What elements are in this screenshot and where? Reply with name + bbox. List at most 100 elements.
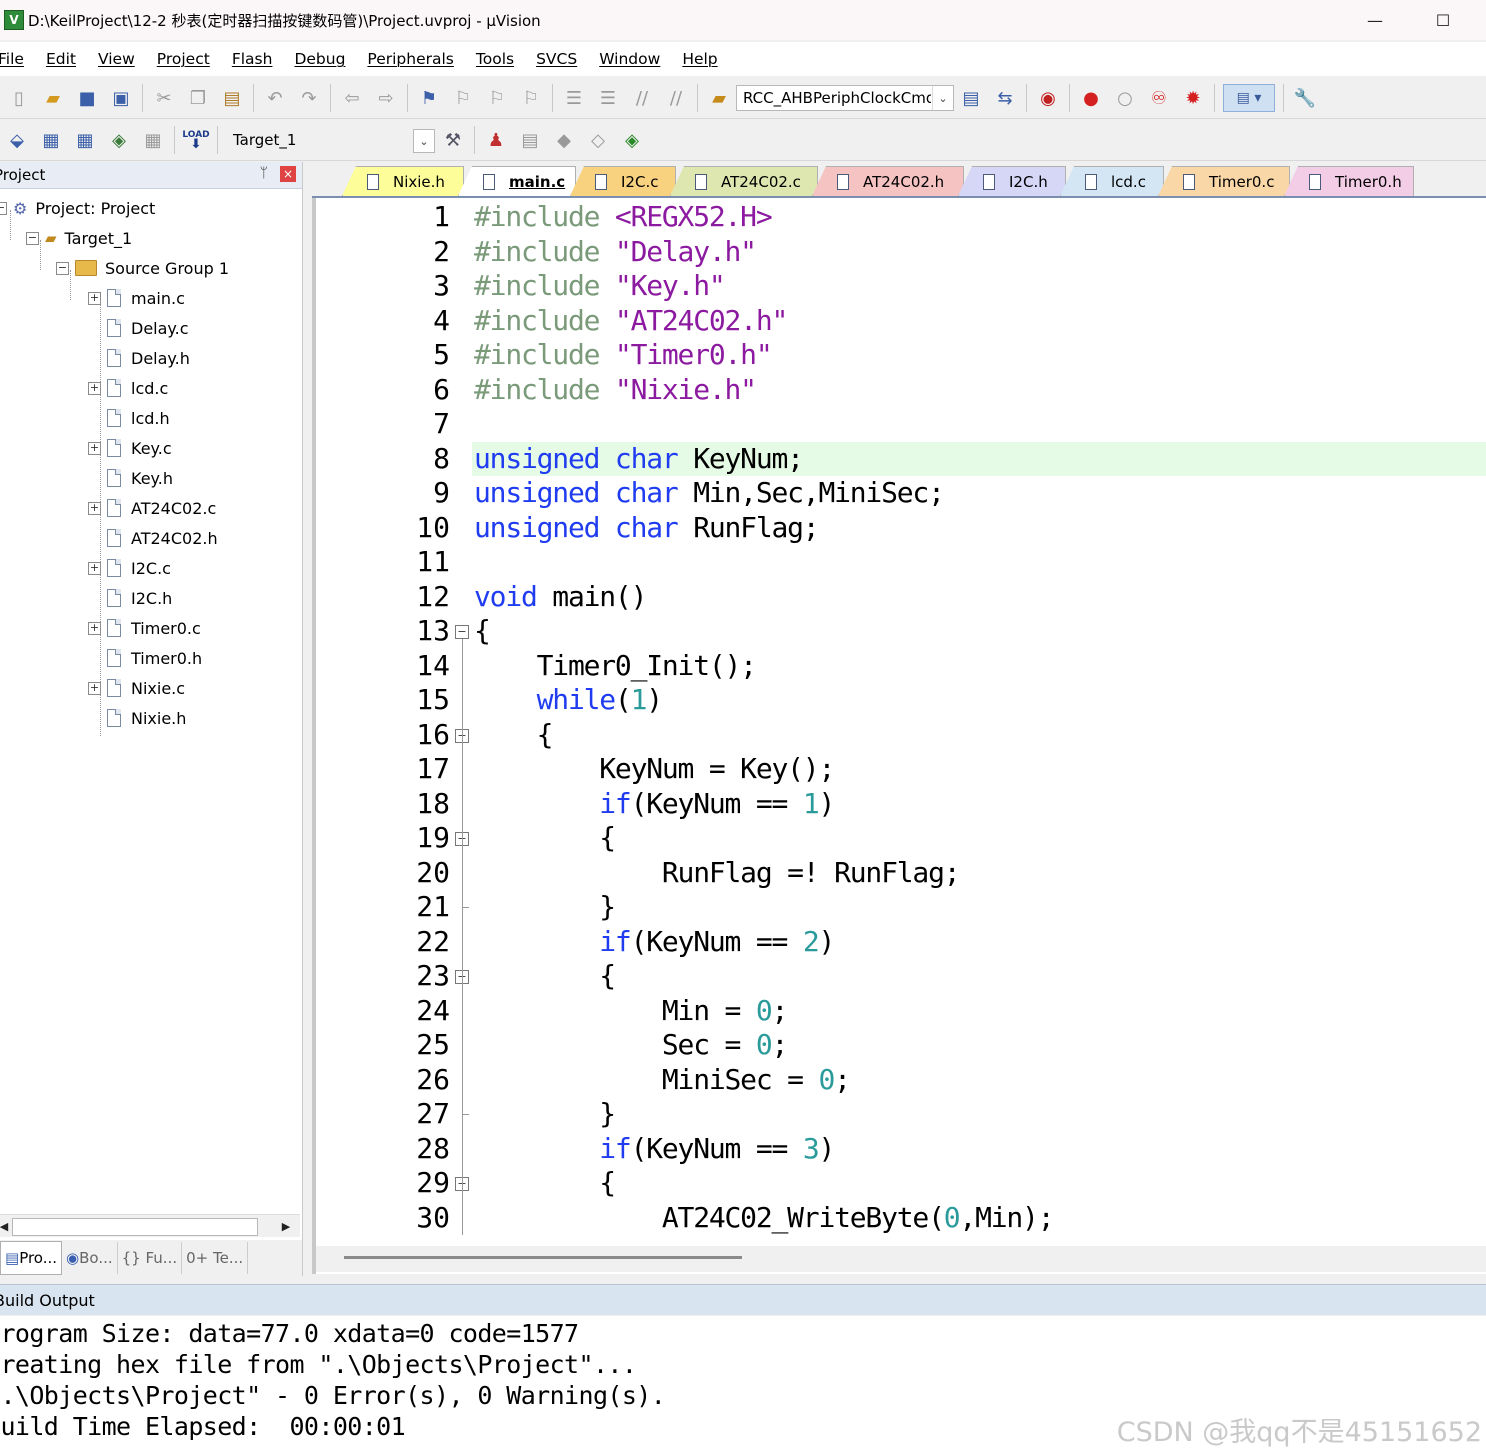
comment-icon[interactable]: // bbox=[629, 85, 655, 111]
incremental-find-icon[interactable]: ⇆ bbox=[992, 85, 1018, 111]
new-file-icon[interactable]: ▯ bbox=[6, 85, 32, 111]
rebuild-icon[interactable]: ▦ bbox=[72, 127, 98, 153]
find-icon[interactable]: ▤ bbox=[958, 85, 984, 111]
tree-item-target[interactable]: − ▰ Target_1 bbox=[26, 224, 132, 252]
file-tab[interactable]: Timer0.c bbox=[1158, 166, 1290, 196]
code-line[interactable]: { bbox=[474, 614, 491, 649]
tree-item-file[interactable]: Timer0.h bbox=[88, 644, 202, 672]
select-packs-icon[interactable]: ◆ bbox=[551, 127, 577, 153]
menu-svcs[interactable]: SVCS bbox=[525, 50, 588, 68]
bookmark-clear-icon[interactable]: ⚐ bbox=[518, 85, 544, 111]
pin-icon[interactable]: ᛘ bbox=[260, 165, 268, 181]
editor-horizontal-scrollbar[interactable] bbox=[316, 1246, 1486, 1272]
code-line[interactable]: Timer0_Init(); bbox=[474, 649, 757, 684]
translate-icon[interactable]: ⬙ bbox=[4, 127, 30, 153]
code-line[interactable]: Sec = 0; bbox=[474, 1028, 788, 1063]
menu-file[interactable]: File bbox=[0, 50, 35, 68]
tree-item-file[interactable]: Nixie.h bbox=[88, 704, 186, 732]
collapse-icon[interactable]: − bbox=[0, 201, 7, 215]
code-line[interactable]: } bbox=[474, 890, 616, 925]
build-icon[interactable]: ▦ bbox=[38, 127, 64, 153]
maximize-button[interactable]: ☐ bbox=[1420, 0, 1466, 40]
file-tab[interactable]: lcd.c bbox=[1060, 166, 1164, 196]
code-line[interactable]: if(KeyNum == 3) bbox=[474, 1132, 835, 1167]
chevron-down-icon[interactable]: ⌄ bbox=[932, 86, 953, 110]
breakpoint-disable-all-icon[interactable]: ♾ bbox=[1146, 85, 1172, 111]
code-line[interactable]: { bbox=[474, 821, 616, 856]
menu-tools[interactable]: Tools bbox=[465, 50, 525, 68]
file-tab[interactable]: Timer0.h bbox=[1284, 166, 1414, 196]
code-editor[interactable]: 1 2 3 4 5 6 7 8 9 10 11 12 13 14 15 16 17 18 19 20 21 22 23 24 2… bbox=[312, 198, 1486, 1274]
scrollbar-thumb[interactable] bbox=[12, 1218, 258, 1236]
menu-flash[interactable]: Flash bbox=[221, 50, 284, 68]
tree-item-source-group[interactable]: − Source Group 1 bbox=[56, 254, 229, 282]
code-line[interactable]: } bbox=[474, 1097, 616, 1132]
code-line[interactable]: #include "Delay.h" bbox=[474, 235, 757, 270]
file-tab[interactable]: main.c bbox=[458, 166, 576, 196]
code-line[interactable]: Min = 0; bbox=[474, 994, 788, 1029]
code-line[interactable]: #include "Timer0.h" bbox=[474, 338, 773, 373]
code-line[interactable]: unsigned char KeyNum; bbox=[474, 442, 804, 477]
code-line[interactable]: #include "Nixie.h" bbox=[474, 373, 757, 408]
bookmark-next-icon[interactable]: ⚐ bbox=[484, 85, 510, 111]
save-icon[interactable]: ■ bbox=[74, 85, 100, 111]
minimize-button[interactable]: — bbox=[1352, 0, 1398, 40]
code-line[interactable]: if(KeyNum == 2) bbox=[474, 925, 835, 960]
breakpoint-enable-icon[interactable]: ○ bbox=[1112, 85, 1138, 111]
configure-icon[interactable]: 🔧 bbox=[1292, 85, 1318, 111]
tree-item-file[interactable]: AT24C02.h bbox=[88, 524, 218, 552]
breakpoint-insert-icon[interactable]: ● bbox=[1078, 85, 1104, 111]
breakpoint-kill-all-icon[interactable]: ✹ bbox=[1180, 85, 1206, 111]
tree-item-file[interactable]: Delay.h bbox=[88, 344, 190, 372]
scroll-right-icon[interactable]: ▶ bbox=[278, 1218, 294, 1234]
manage-multi-project-icon[interactable]: ▤ bbox=[517, 127, 543, 153]
target-options-icon[interactable]: ⚒ bbox=[440, 127, 466, 153]
navigate-back-icon[interactable]: ⇦ bbox=[339, 85, 365, 111]
save-all-icon[interactable]: ▣ bbox=[108, 85, 134, 111]
code-line[interactable]: unsigned char RunFlag; bbox=[474, 511, 820, 546]
find-combo[interactable]: RCC_AHBPeriphClockCmd ⌄ bbox=[736, 85, 954, 111]
scrollbar-thumb[interactable] bbox=[344, 1256, 742, 1259]
tree-item-file[interactable]: Delay.c bbox=[88, 314, 188, 342]
code-line[interactable]: #include <REGX52.H> bbox=[474, 200, 773, 235]
tree-item-project[interactable]: − ⚙ Project: Project bbox=[0, 194, 155, 222]
scroll-left-icon[interactable]: ◀ bbox=[0, 1218, 12, 1234]
chevron-down-icon[interactable]: ⌄ bbox=[413, 129, 435, 153]
fold-collapse-icon[interactable]: − bbox=[455, 625, 469, 639]
code-line[interactable]: MiniSec = 0; bbox=[474, 1063, 851, 1098]
uncomment-icon[interactable]: // bbox=[663, 85, 689, 111]
manage-project-items-icon[interactable]: ♟ bbox=[483, 127, 509, 153]
menu-view[interactable]: View bbox=[87, 50, 146, 68]
code-line[interactable]: #include "Key.h" bbox=[474, 269, 726, 304]
collapse-icon[interactable]: − bbox=[56, 261, 69, 275]
unindent-icon[interactable]: ☰ bbox=[595, 85, 621, 111]
window-layout-icon[interactable]: ▤ ▾ bbox=[1223, 84, 1275, 112]
menu-peripherals[interactable]: Peripherals bbox=[356, 50, 464, 68]
tree-item-file[interactable]: + Nixie.c bbox=[88, 674, 185, 702]
stop-build-icon[interactable]: ▦ bbox=[140, 127, 166, 153]
file-tab[interactable]: Nixie.h bbox=[342, 166, 464, 196]
menu-project[interactable]: Project bbox=[146, 50, 221, 68]
code-line[interactable]: { bbox=[474, 1166, 616, 1201]
tree-item-file[interactable]: + Timer0.c bbox=[88, 614, 201, 642]
menu-debug[interactable]: Debug bbox=[283, 50, 356, 68]
tree-item-file[interactable]: + AT24C02.c bbox=[88, 494, 216, 522]
pack-installer-icon[interactable]: ◇ bbox=[585, 127, 611, 153]
close-icon[interactable]: × bbox=[280, 166, 296, 182]
panel-tab-functions[interactable]: {} Fu... bbox=[118, 1242, 183, 1274]
menu-window[interactable]: Window bbox=[588, 50, 671, 68]
undo-icon[interactable]: ↶ bbox=[262, 85, 288, 111]
load-download-icon[interactable]: LOAD ⬇ bbox=[182, 127, 209, 153]
file-tab[interactable]: I2C.c bbox=[570, 166, 676, 196]
redo-icon[interactable]: ↷ bbox=[296, 85, 322, 111]
code-line[interactable]: #include "AT24C02.h" bbox=[474, 304, 788, 339]
copy-icon[interactable]: ❐ bbox=[185, 85, 211, 111]
bookmark-prev-icon[interactable]: ⚐ bbox=[450, 85, 476, 111]
indent-icon[interactable]: ☰ bbox=[561, 85, 587, 111]
file-tab[interactable]: I2C.h bbox=[958, 166, 1066, 196]
paste-icon[interactable]: ▤ bbox=[219, 85, 245, 111]
bookmark-insert-icon[interactable]: ⚑ bbox=[416, 85, 442, 111]
project-horizontal-scrollbar[interactable]: ◀ ▶ bbox=[0, 1214, 300, 1237]
navigate-forward-icon[interactable]: ⇨ bbox=[373, 85, 399, 111]
tree-item-file[interactable]: + main.c bbox=[88, 284, 185, 312]
